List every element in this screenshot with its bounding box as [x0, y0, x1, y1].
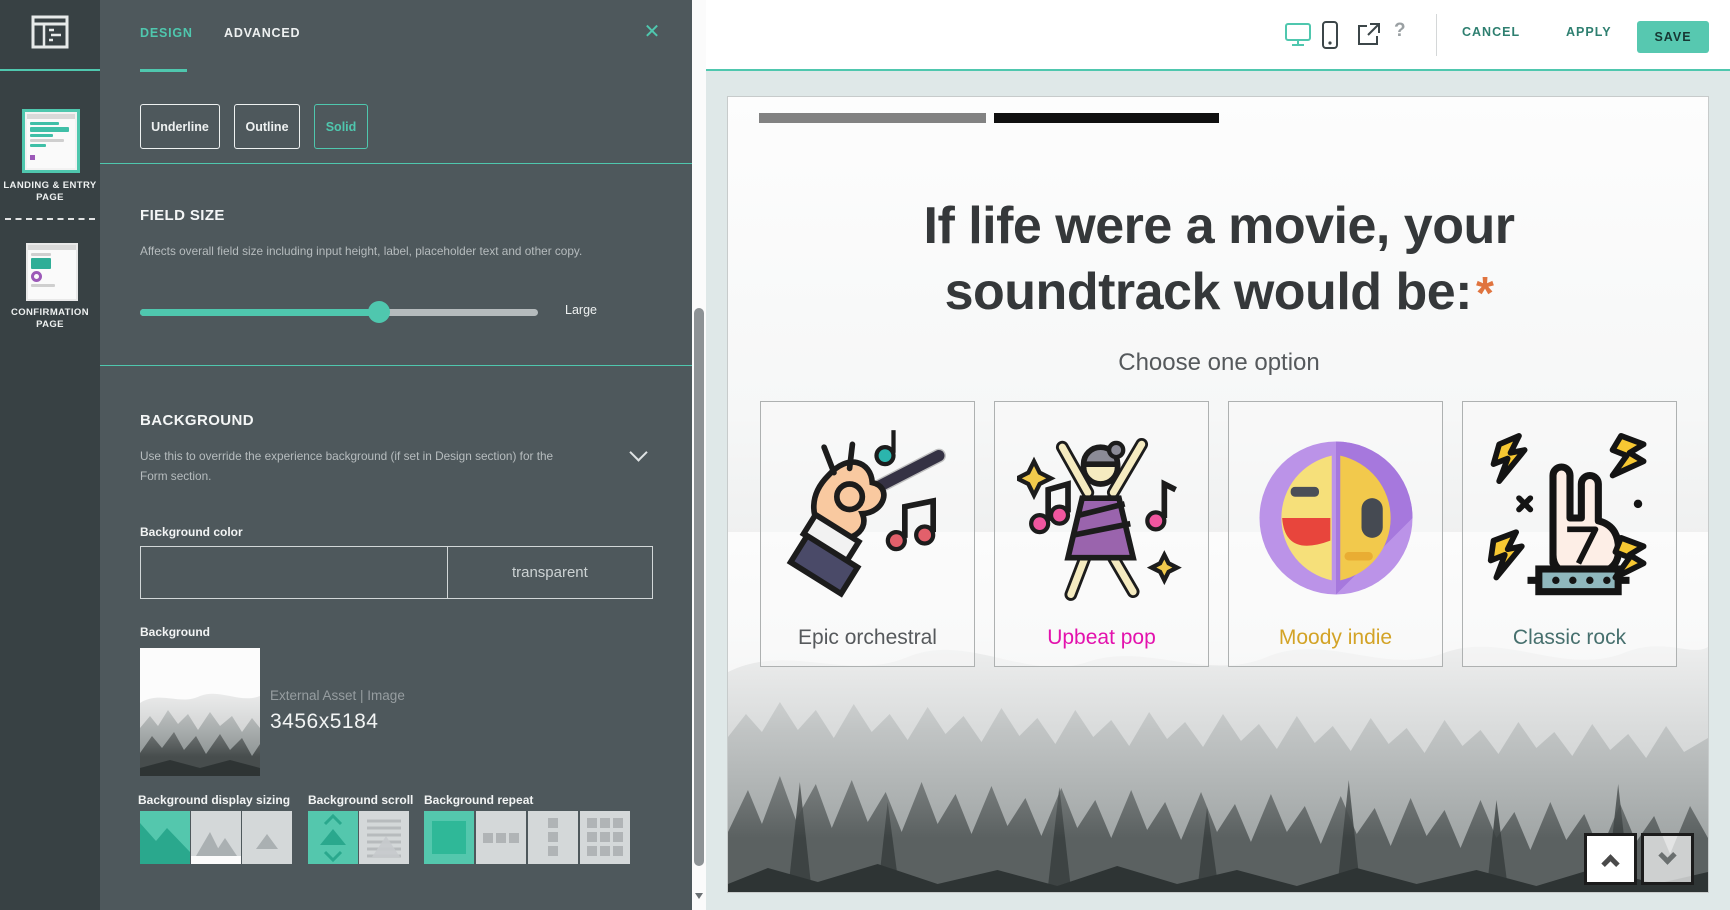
background-asset-type: External Asset | Image: [270, 688, 405, 703]
chevron-down-icon: [1658, 846, 1676, 864]
option-upbeat-pop[interactable]: Upbeat pop: [994, 401, 1209, 667]
option-epic-orchestral[interactable]: Epic orchestral: [760, 401, 975, 667]
background-color-swatch[interactable]: [140, 546, 448, 599]
background-display-sizing-label: Background display sizing: [138, 793, 290, 807]
cancel-button[interactable]: CANCEL: [1462, 25, 1520, 39]
background-image-thumbnail[interactable]: [140, 648, 260, 776]
form-preview-card: If life were a movie, your soundtrack wo…: [727, 96, 1709, 893]
field-style-solid-button[interactable]: Solid: [314, 104, 368, 149]
background-image-label: Background: [140, 625, 210, 639]
panel-scrollbar-thumb[interactable]: [694, 308, 704, 866]
design-panel: DESIGN ADVANCED ✕ Underline Outline Soli…: [100, 0, 692, 910]
preview-area: ? CANCEL APPLY SAVE: [706, 0, 1730, 910]
option-label: Upbeat pop: [1047, 626, 1156, 650]
question-instruction: Choose one option: [728, 349, 1709, 377]
form-pages-menu[interactable]: [0, 0, 100, 71]
field-style-underline-button[interactable]: Underline: [140, 104, 220, 149]
section-divider: [100, 163, 692, 164]
question-title: If life were a movie, your soundtrack wo…: [859, 193, 1579, 326]
background-display-sizing-group: [140, 811, 292, 864]
chevron-down-icon[interactable]: [629, 443, 647, 461]
bg-no-repeat-icon[interactable]: [424, 811, 474, 864]
apply-button[interactable]: APPLY: [1566, 25, 1612, 39]
field-size-title: FIELD SIZE: [140, 207, 225, 224]
bg-fixed-icon[interactable]: [308, 811, 358, 864]
open-external-icon[interactable]: [1356, 21, 1382, 52]
question-text: If life were a movie, your soundtrack wo…: [924, 197, 1515, 321]
bg-contain-icon[interactable]: [191, 811, 241, 864]
rock-hand-illustration: [1485, 402, 1655, 626]
option-label: Classic rock: [1513, 626, 1626, 650]
app-window: LANDING & ENTRY PAGE CONFIRMATION PAGE D…: [0, 0, 1730, 910]
background-title: BACKGROUND: [140, 412, 254, 429]
sidebar-divider: [5, 218, 95, 220]
bg-repeat-icon[interactable]: [580, 811, 630, 864]
bg-repeat-x-icon[interactable]: [476, 811, 526, 864]
two-mood-face-illustration: [1251, 402, 1421, 626]
chevron-up-icon: [1601, 854, 1619, 872]
sidebar-item-label[interactable]: CONFIRMATION PAGE: [0, 307, 100, 331]
background-asset-dimensions: 3456x5184: [270, 710, 378, 734]
field-size-slider-fill: [140, 309, 379, 316]
panel-scrollbar: [692, 0, 706, 910]
field-size-value: Large: [565, 303, 597, 317]
option-classic-rock[interactable]: Classic rock: [1462, 401, 1677, 667]
sidebar-item-label[interactable]: LANDING & ENTRY PAGE: [0, 180, 100, 204]
section-divider: [100, 365, 692, 366]
active-tab-underline: [140, 69, 187, 72]
field-size-slider[interactable]: [140, 309, 538, 316]
bg-repeat-y-icon[interactable]: [528, 811, 578, 864]
background-color-value[interactable]: transparent: [448, 546, 653, 599]
toolbar-divider: [1436, 14, 1437, 56]
background-color-field: transparent: [140, 546, 653, 599]
bg-scroll-icon[interactable]: [359, 811, 409, 864]
field-style-outline-button[interactable]: Outline: [234, 104, 300, 149]
sidebar-item-landing-entry-page[interactable]: [22, 109, 80, 173]
close-icon[interactable]: ✕: [640, 20, 664, 44]
background-color-label: Background color: [140, 525, 243, 539]
background-repeat-group: [424, 811, 630, 864]
preview-toolbar: ? CANCEL APPLY SAVE: [706, 0, 1730, 71]
bg-actual-size-icon[interactable]: [242, 811, 292, 864]
background-scroll-label: Background scroll: [308, 793, 413, 807]
background-scroll-group: [308, 811, 409, 864]
field-style-group: Underline Outline Solid: [140, 104, 368, 149]
field-size-slider-thumb[interactable]: [368, 301, 390, 323]
progress-segment-1: [759, 113, 986, 123]
scroll-down-button[interactable]: [1641, 833, 1694, 885]
save-button[interactable]: SAVE: [1637, 21, 1709, 53]
form-pages-icon: [30, 14, 70, 55]
progress-segment-2: [994, 113, 1219, 123]
scroll-up-button[interactable]: [1584, 833, 1637, 885]
desktop-preview-icon[interactable]: [1284, 22, 1312, 53]
scrollbar-down-arrow-icon[interactable]: [695, 893, 703, 899]
tab-design[interactable]: DESIGN: [140, 26, 193, 40]
options-row: Epic orchestral: [760, 401, 1677, 667]
field-size-description: Affects overall field size including inp…: [140, 241, 592, 261]
sidebar-item-confirmation-page[interactable]: [26, 243, 78, 301]
tab-advanced[interactable]: ADVANCED: [224, 26, 300, 40]
landing-page-thumbnail: [27, 114, 75, 168]
mobile-preview-icon[interactable]: [1321, 20, 1339, 55]
dancing-woman-illustration: [1017, 402, 1187, 626]
option-moody-indie[interactable]: Moody indie: [1228, 401, 1443, 667]
help-icon[interactable]: ?: [1394, 20, 1406, 42]
confirmation-page-thumbnail: [28, 245, 76, 299]
required-marker: *: [1476, 267, 1493, 319]
background-repeat-label: Background repeat: [424, 793, 533, 807]
option-label: Moody indie: [1279, 626, 1392, 650]
pages-sidebar: LANDING & ENTRY PAGE CONFIRMATION PAGE: [0, 0, 100, 910]
option-label: Epic orchestral: [798, 626, 937, 650]
bg-cover-icon[interactable]: [140, 811, 190, 864]
background-description: Use this to override the experience back…: [140, 446, 564, 486]
conductor-hand-illustration: [783, 402, 953, 626]
